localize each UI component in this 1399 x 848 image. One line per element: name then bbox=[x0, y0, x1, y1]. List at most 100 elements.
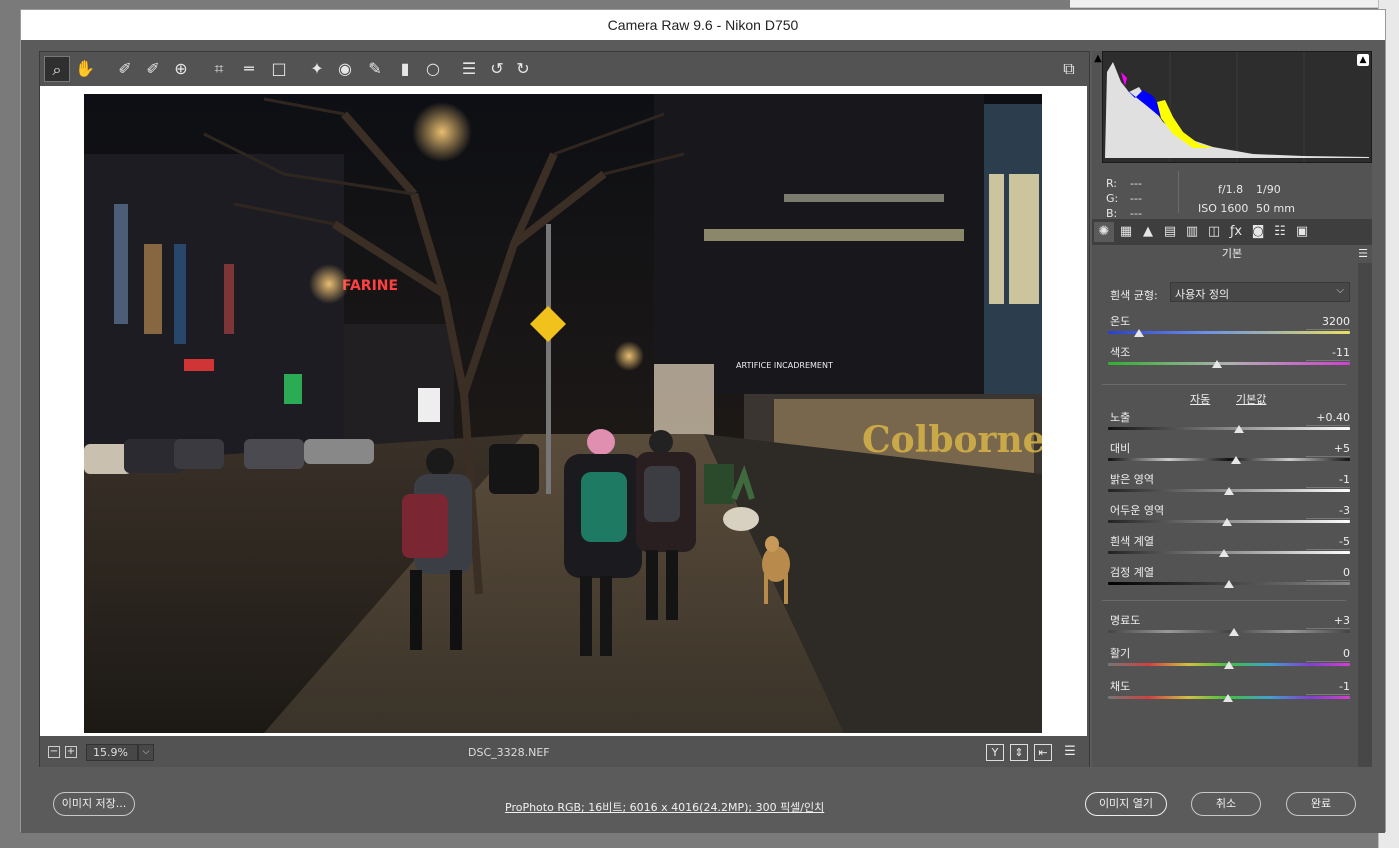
shutter-speed: 1/90 bbox=[1256, 183, 1281, 196]
hsl-tab-icon[interactable]: ▤ bbox=[1160, 222, 1180, 242]
vibrance-slider-thumb[interactable] bbox=[1224, 661, 1234, 669]
detail-tab-icon[interactable]: ▲ bbox=[1138, 222, 1158, 242]
default-link[interactable]: 기본값 bbox=[1236, 391, 1266, 407]
swap-settings-icon[interactable]: ⇕ bbox=[1010, 744, 1028, 761]
dialog-footer: 이미지 저장... ProPhoto RGB; 16비트; 6016 x 401… bbox=[21, 767, 1385, 833]
straighten-tool[interactable]: ═ bbox=[236, 56, 262, 82]
preview-canvas[interactable]: FARINE Colborne ARTIFICE INCADREMENT bbox=[40, 86, 1087, 736]
presets-tab-icon[interactable]: ☷ bbox=[1270, 222, 1290, 242]
r-label: R: bbox=[1106, 177, 1118, 190]
saturation-value-field[interactable]: -1 bbox=[1306, 680, 1350, 695]
iso: ISO 1600 bbox=[1198, 202, 1249, 215]
zoom-level[interactable]: 15.9% bbox=[86, 744, 138, 761]
zoom-in-button[interactable]: + bbox=[65, 746, 77, 758]
fullscreen-icon[interactable]: ⧉ bbox=[1056, 56, 1082, 82]
clarity-slider-thumb[interactable] bbox=[1228, 628, 1239, 636]
white-balance-select[interactable]: 사용자 정의 ⌵ bbox=[1170, 282, 1350, 302]
adjustment-panel: ▲ ▲ R: --- G: --- B: --- f/1.8 1/90 ISO … bbox=[1092, 51, 1372, 767]
camera-calibration-tab-icon[interactable]: ◙ bbox=[1248, 222, 1268, 242]
temp-value-field[interactable]: 3200 bbox=[1306, 315, 1350, 330]
white-balance-tool[interactable]: ✐ bbox=[112, 56, 138, 82]
save-image-button[interactable]: 이미지 저장... bbox=[53, 792, 135, 816]
exposure-value-field[interactable]: +0.40 bbox=[1306, 411, 1350, 426]
r-value: --- bbox=[1130, 177, 1142, 190]
g-label: G: bbox=[1106, 192, 1119, 205]
preview-status-bar: − + 15.9% ⌵ DSC_3328.NEF Y ⇕ ⇤ ☰ bbox=[40, 739, 1089, 767]
temp-slider-thumb[interactable] bbox=[1134, 329, 1145, 337]
copy-settings-icon[interactable]: ⇤ bbox=[1034, 744, 1052, 761]
zoom-out-button[interactable]: − bbox=[48, 746, 60, 758]
shadows-slider-thumb[interactable] bbox=[1221, 518, 1232, 526]
exposure-label: 노출 bbox=[1110, 411, 1131, 424]
photo-preview[interactable]: FARINE Colborne ARTIFICE INCADREMENT bbox=[84, 94, 1042, 733]
highlight-clipping-warning-icon[interactable]: ▲ bbox=[1357, 54, 1369, 66]
tint-slider-thumb[interactable] bbox=[1211, 360, 1222, 368]
basic-panel: 흰색 균형: 사용자 정의 ⌵ 온도 3200 색조 -11 노출 +0.40 대비 +5 밝은… bbox=[1092, 263, 1358, 767]
zoom-tool[interactable]: ⌕ bbox=[44, 56, 70, 82]
crop-tool[interactable]: ⌗ bbox=[206, 56, 232, 82]
hand-tool[interactable]: ✋ bbox=[72, 56, 98, 82]
farine-sign: FARINE bbox=[342, 278, 398, 294]
blacks-slider-thumb[interactable] bbox=[1224, 580, 1234, 588]
color-sampler-tool[interactable]: ✐ bbox=[140, 56, 166, 82]
spot-removal-tool[interactable]: ✦ bbox=[304, 56, 330, 82]
preferences-tool[interactable]: ☰ bbox=[456, 56, 482, 82]
panel-scrollbar[interactable] bbox=[1358, 263, 1372, 767]
highlights-slider-thumb[interactable] bbox=[1224, 487, 1234, 495]
basic-tab-icon[interactable]: ✺ bbox=[1094, 222, 1114, 242]
red-eye-tool[interactable]: ◉ bbox=[332, 56, 358, 82]
contrast-value-field[interactable]: +5 bbox=[1306, 442, 1350, 457]
contrast-slider-track[interactable] bbox=[1108, 458, 1350, 461]
highlights-value-field[interactable]: -1 bbox=[1306, 473, 1350, 488]
exposure-slider-track[interactable] bbox=[1108, 427, 1350, 430]
g-value: --- bbox=[1130, 192, 1142, 205]
background-app-strip-top bbox=[1070, 0, 1399, 8]
tone-curve-tab-icon[interactable]: ▦ bbox=[1116, 222, 1136, 242]
chevron-down-icon: ⌵ bbox=[1336, 285, 1344, 296]
saturation-label: 채도 bbox=[1110, 680, 1131, 693]
graduated-filter-tool[interactable]: ▮ bbox=[392, 56, 418, 82]
shadows-value-field[interactable]: -3 bbox=[1306, 504, 1350, 519]
tint-slider-track[interactable] bbox=[1108, 362, 1350, 365]
toggle-settings-icon[interactable]: ☰ bbox=[1060, 744, 1080, 761]
preview-panel: ⌕ ✋ ✐ ✐ ⊕ ⌗ ═ □ ✦ ◉ ✎ ▮ ○ ☰ ↺ ↻ ⧉ FARINE… bbox=[39, 51, 1090, 767]
cancel-button[interactable]: 취소 bbox=[1191, 792, 1261, 816]
adjustment-brush-tool[interactable]: ✎ bbox=[362, 56, 388, 82]
open-image-button[interactable]: 이미지 열기 bbox=[1085, 792, 1167, 816]
exposure-slider-thumb[interactable] bbox=[1233, 425, 1244, 433]
whites-value-field[interactable]: -5 bbox=[1306, 535, 1350, 550]
panel-tabs: ✺ ▦ ▲ ▤ ▥ ◫ ƒx ◙ ☷ ▣ bbox=[1092, 219, 1372, 245]
transform-tool[interactable]: □ bbox=[266, 56, 292, 82]
highlights-label: 밝은 영역 bbox=[1110, 473, 1154, 486]
focal-length: 50 mm bbox=[1256, 202, 1295, 215]
vibrance-value-field[interactable]: 0 bbox=[1306, 647, 1350, 662]
panel-menu-icon[interactable]: ☰ bbox=[1358, 245, 1368, 263]
workflow-options-link[interactable]: ProPhoto RGB; 16비트; 6016 x 4016(24.2MP);… bbox=[505, 799, 824, 815]
saturation-slider-thumb[interactable] bbox=[1222, 694, 1233, 702]
vibrance-label: 활기 bbox=[1110, 647, 1131, 660]
tint-label: 색조 bbox=[1110, 346, 1131, 359]
clarity-value-field[interactable]: +3 bbox=[1306, 614, 1350, 629]
camera-raw-dialog: Camera Raw 9.6 - Nikon D750 ⌕ ✋ ✐ ✐ ⊕ ⌗ ═ □ ✦ ◉ ✎ ▮… bbox=[20, 9, 1386, 833]
blacks-value-field[interactable]: 0 bbox=[1306, 566, 1350, 581]
shadows-label: 어두운 영역 bbox=[1110, 504, 1165, 517]
whites-slider-thumb[interactable] bbox=[1219, 549, 1230, 557]
rotate-cw-tool[interactable]: ↻ bbox=[510, 56, 536, 82]
street-photo: FARINE Colborne ARTIFICE INCADREMENT bbox=[84, 94, 1042, 733]
clarity-label: 명료도 bbox=[1110, 614, 1141, 627]
rotate-ccw-tool[interactable]: ↺ bbox=[484, 56, 510, 82]
snapshots-tab-icon[interactable]: ▣ bbox=[1292, 222, 1312, 242]
split-toning-tab-icon[interactable]: ▥ bbox=[1182, 222, 1202, 242]
tint-value-field[interactable]: -11 bbox=[1306, 346, 1350, 361]
auto-link[interactable]: 자동 bbox=[1190, 391, 1210, 407]
zoom-dropdown-chevron-icon[interactable]: ⌵ bbox=[138, 744, 154, 761]
before-after-y-icon[interactable]: Y bbox=[986, 744, 1004, 761]
done-button[interactable]: 완료 bbox=[1286, 792, 1356, 816]
panel-title: 기본 bbox=[1221, 247, 1243, 260]
effects-tab-icon[interactable]: ƒx bbox=[1226, 222, 1246, 242]
lens-tab-icon[interactable]: ◫ bbox=[1204, 222, 1224, 242]
radial-filter-tool[interactable]: ○ bbox=[420, 56, 446, 82]
contrast-slider-thumb[interactable] bbox=[1231, 456, 1242, 464]
whites-label: 흰색 계열 bbox=[1110, 535, 1154, 548]
targeted-adjustment-tool[interactable]: ⊕ bbox=[168, 56, 194, 82]
